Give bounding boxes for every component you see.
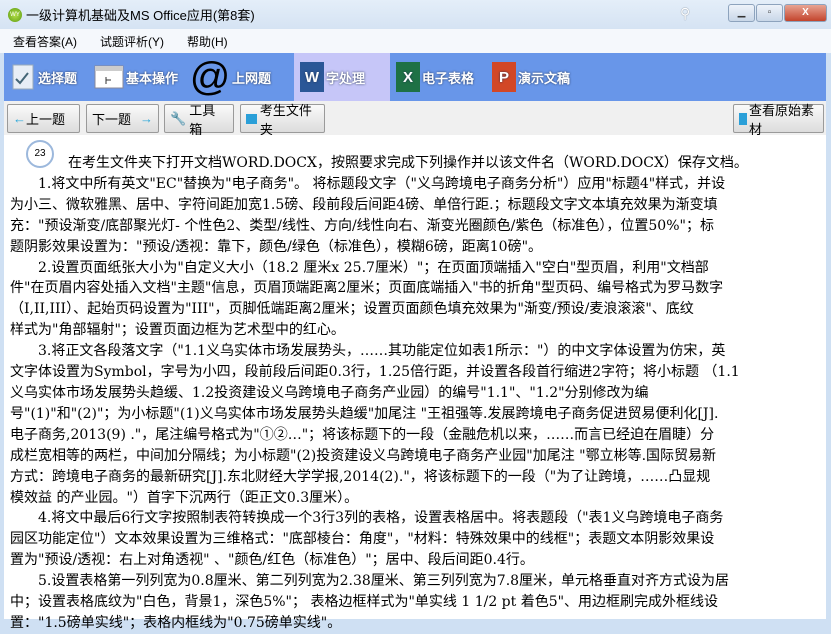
menu-analysis[interactable]: 试题评析(Y)	[87, 33, 174, 50]
next-question-button[interactable]: 下一题 →	[86, 104, 159, 133]
close-button[interactable]: X	[784, 4, 827, 22]
arrow-right-icon: →	[140, 111, 153, 126]
view-source-label: 查看原始素材	[748, 102, 814, 137]
tab-label: 上网题	[232, 70, 272, 86]
question-line: 电子商务,2013(9) ."，尾注编号格式为"①②…"；将该标题下的一段（金融…	[10, 426, 715, 443]
pin-icon[interactable]: ⚲	[680, 5, 690, 22]
window-title: 一级计算机基础及MS Office应用(第8套)	[26, 8, 255, 23]
question-panel: 23 在考生文件夹下打开文档WORD.DOCX，按照要求完成下列操作并以该文件名…	[4, 135, 826, 631]
question-line: 充："预设渐变/底部聚光灯- 个性色2、类型/线性、方向/线性向右、渐变光圈颜色…	[10, 217, 714, 234]
question-line: 模效益 的产业园。"）首字下沉两行（距正文0.3厘米）。	[10, 489, 359, 506]
toolbox-button[interactable]: 🔧 工具箱	[164, 103, 234, 137]
next-label: 下一题	[92, 112, 132, 127]
question-line: （I,II,III）、起始页码设置为"III"，页脚低端距离2厘米；设置页面颜色…	[10, 301, 694, 318]
arrow-left-icon: ←	[13, 111, 26, 126]
question-line: 件"在页眉内容处插入文档"主题"信息，页眉顶端距离2厘米；页面底端插入"书的折角…	[10, 280, 724, 297]
question-line: 3.将正文各段落文字（"1.1义乌实体市场发展势头，……其功能定位如表1所示："…	[38, 343, 726, 360]
powerpoint-icon: P	[492, 62, 516, 92]
folder-label: 考生文件夹	[259, 102, 312, 137]
question-line: 置："1.5磅单实线"；表格内框线为"0.75磅单实线"。	[10, 614, 342, 631]
maximize-button[interactable]: ▫	[756, 4, 783, 22]
question-text: 在考生文件夹下打开文档WORD.DOCX，按照要求完成下列操作并以该文件名（WO…	[10, 153, 748, 634]
question-line: 义乌实体市场发展势头趋缓、1.2投资建设义乌跨境电子商务产业园）的编号"1.1"…	[10, 384, 649, 401]
question-line: 文字体设置为Symbol，字号为小四，段前段后间距0.3行，1.25倍行距，并设…	[10, 364, 740, 381]
tab-label: 字处理	[326, 70, 366, 86]
toolbar: ← 上一题 下一题 → 🔧 工具箱 考生文件夹 查看原始素材	[4, 101, 826, 137]
app-logo-icon: WY	[8, 7, 22, 22]
title-bar: WY 一级计算机基础及MS Office应用(第8套) ⚲ ▁ ▫ X	[0, 0, 831, 29]
tab-choice[interactable]: 选择题	[4, 53, 88, 101]
minimize-button[interactable]: ▁	[728, 4, 755, 22]
question-line: 4.将文中最后6行文字按照制表符转换成一个3行3列的表格，设置表格居中。将表题段…	[38, 510, 724, 527]
folder-icon	[246, 113, 257, 124]
document-icon	[739, 112, 747, 125]
prev-label: 上一题	[26, 112, 66, 127]
window-icon	[94, 61, 124, 93]
question-line: 园区功能定位"）文本效果设置为三维格式："底部棱台：角度"，"材料：特殊效果中的…	[10, 531, 715, 548]
question-type-tabs: 选择题 基本操作 @ 上网题 W 字处理 X 电子表格 P 演示文稿	[4, 53, 826, 101]
menu-view-answer[interactable]: 查看答案(A)	[0, 33, 87, 50]
tab-internet[interactable]: @ 上网题	[184, 53, 294, 101]
question-line: 置为"预设/透视：右上对角透视" 、"颜色/红色（标准色）"；居中、段后间距0.…	[10, 552, 534, 569]
question-line: 5.设置表格第一列列宽为0.8厘米、第二列列宽为2.38厘米、第三列列宽为7.8…	[38, 573, 730, 590]
question-line: 2.设置页面纸张大小为"自定义大小（18.2 厘米x 25.7厘米）"；在页面顶…	[38, 259, 709, 276]
tab-presentation[interactable]: P 演示文稿	[486, 53, 596, 101]
word-icon: W	[300, 62, 324, 92]
menu-help[interactable]: 帮助(H)	[174, 33, 238, 50]
toolbox-label: 工具箱	[189, 102, 216, 137]
question-line: 方式：跨境电子商务的最新研究[J].东北财经大学学报,2014(2)."，将该标…	[10, 468, 711, 485]
tab-label: 基本操作	[126, 70, 179, 86]
tab-spreadsheet[interactable]: X 电子表格	[390, 53, 486, 101]
tab-basic-operation[interactable]: 基本操作	[88, 53, 184, 101]
tab-label: 电子表格	[422, 70, 475, 86]
wrench-icon: 🔧	[170, 110, 187, 126]
view-source-button[interactable]: 查看原始素材	[733, 103, 824, 137]
question-line: 题阴影效果设置为："预设/透视：靠下，颜色/绿色（标准色），模糊6磅，距离10磅…	[10, 238, 543, 255]
tab-word-processing[interactable]: W 字处理	[294, 53, 390, 101]
question-line: 为小三、微软雅黑、居中、字符间距加宽1.5磅、段前段后间距4磅、单倍行距.；标题…	[10, 196, 718, 213]
question-line: 号"(1)"和"(2)"；为小标题"(1)义乌实体市场发展势头趋缓"加尾注 "王…	[10, 405, 719, 422]
question-line: 1.将文中所有英文"EC"替换为"电子商务"。 将标题段文字（"义乌跨境电子商务…	[38, 175, 726, 192]
question-line: 在考生文件夹下打开文档WORD.DOCX，按照要求完成下列操作并以该文件名（WO…	[68, 155, 748, 171]
question-line: 中；设置表格底纹为"白色，背景1，深色5%"； 表格边框样式为"单实线 1 1/…	[10, 594, 719, 611]
menu-bar: 查看答案(A) 试题评析(Y) 帮助(H)	[0, 29, 831, 53]
tab-label: 演示文稿	[518, 70, 571, 86]
tab-label: 选择题	[38, 70, 78, 86]
question-line: 样式为"角部辐射"；设置页面边框为艺术型中的红心。	[10, 322, 345, 339]
at-icon: @	[189, 54, 231, 99]
excel-icon: X	[396, 62, 420, 92]
exam-folder-button[interactable]: 考生文件夹	[240, 103, 325, 137]
checklist-icon	[10, 61, 36, 93]
prev-question-button[interactable]: ← 上一题	[7, 104, 80, 133]
question-line: 成栏宽相等的两栏，中间加分隔线；为小标题"(2)投资建设义乌跨境电子商务产业园"…	[10, 447, 717, 464]
